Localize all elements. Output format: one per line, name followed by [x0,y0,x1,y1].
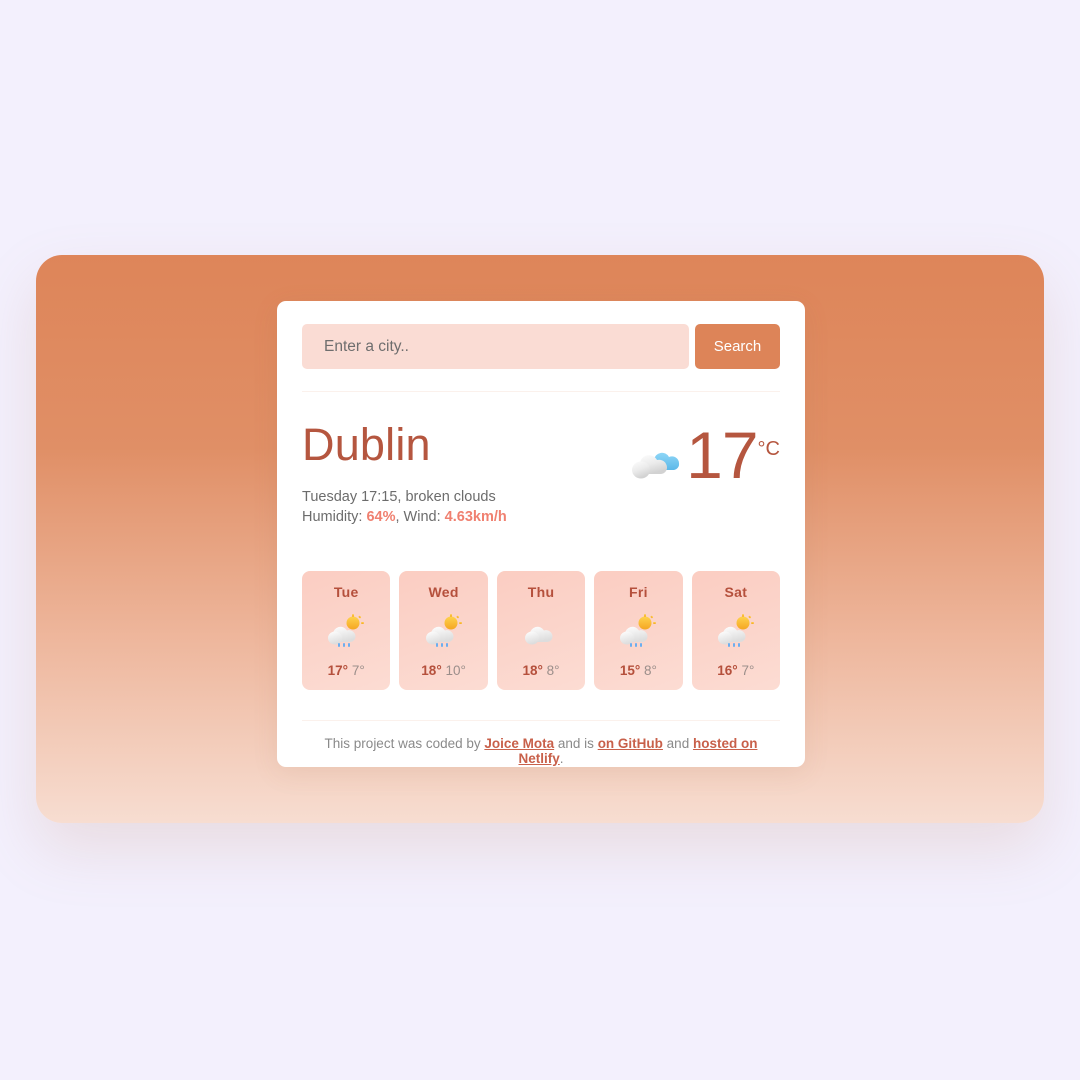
forecast-temp-max: 16° [717,662,738,678]
forecast-temperatures: 15° 8° [620,663,657,678]
sun-cloud-rain-icon [717,614,754,648]
footer-middle-2: and [662,735,693,751]
forecast-day-label: Tue [333,583,359,600]
footer-suffix: . [559,750,564,766]
sun-cloud-rain-icon [425,614,462,648]
forecast-temp-max: 18° [421,662,442,678]
weather-widget-card: Search Dublin Tuesday 17:15, broken clou… [277,301,805,767]
author-link[interactable]: Joice Mota [484,736,554,751]
forecast-temperatures: 18° 8° [522,663,559,678]
current-temperature-block: 17°C [628,416,780,488]
humidity-label: Humidity: [302,509,367,526]
sun-cloud-rain-icon [328,614,365,648]
footer-middle: and is [554,735,598,751]
forecast-temperatures: 17° 7° [328,663,365,678]
forecast-temp-min: 8° [644,662,657,678]
footer-prefix: This project was coded by [324,735,485,751]
current-conditions-text: Tuesday 17:15, broken clouds [302,489,496,505]
current-metrics: Humidity: 64%, Wind: 4.63km/h [302,509,507,526]
forecast-temp-min: 10° [445,662,466,678]
forecast-temp-min: 7° [741,662,755,678]
search-form: Search [302,324,780,369]
forecast-temp-min: 7° [351,662,365,678]
forecast-day-label: Sat [724,583,748,600]
wind-value: 4.63km/h [444,509,507,526]
search-button[interactable]: Search [695,324,780,369]
wind-label: , Wind: [395,509,445,526]
humidity-value: 64% [366,509,396,526]
temperature-value: 17 [686,418,758,492]
broken-clouds-icon [632,452,680,479]
cloud-icon [525,627,553,645]
temperature-unit: °C [757,438,780,460]
sun-cloud-rain-icon [620,614,657,648]
forecast-temperatures: 16° 7° [717,663,754,678]
forecast-temp-max: 17° [327,662,349,678]
forecast-card-tue[interactable]: Tue 17° 7° [302,570,391,690]
forecast-temp-max: 15° [619,662,641,678]
footer-divider [302,719,780,721]
github-link[interactable]: on GitHub [598,736,663,751]
forecast-card-sat[interactable]: Sat 16° 7° [691,570,781,690]
current-weather-details: Dublin Tuesday 17:15, broken clouds Humi… [302,416,507,527]
forecast-day-label: Fri [629,583,648,600]
forecast-day-label: Thu [527,583,555,600]
forecast-temp-max: 18° [522,662,543,678]
forecast-temperatures: 18° 10° [421,663,466,678]
forecast-card-wed[interactable]: Wed 18° 10° [399,570,488,690]
forecast-card-fri[interactable]: Fri 15° 8° [594,570,683,690]
forecast-temp-min: 8° [546,662,560,678]
search-input[interactable] [302,324,689,369]
top-divider [302,391,780,392]
current-temperature: 17°C [686,422,780,488]
forecast-day-label: Wed [428,583,459,600]
page-title: Dublin [302,419,431,470]
current-weather: Dublin Tuesday 17:15, broken clouds Humi… [302,416,780,527]
forecast-card-thu[interactable]: Thu 18° 8° [496,570,586,690]
footer-credit: This project was coded by Joice Mota and… [302,736,780,766]
card-content: Search Dublin Tuesday 17:15, broken clou… [302,324,781,766]
forecast-strip: Tue 17° 7° Wed 18° 10° Thu 18° 8° Fri 15… [302,570,781,690]
